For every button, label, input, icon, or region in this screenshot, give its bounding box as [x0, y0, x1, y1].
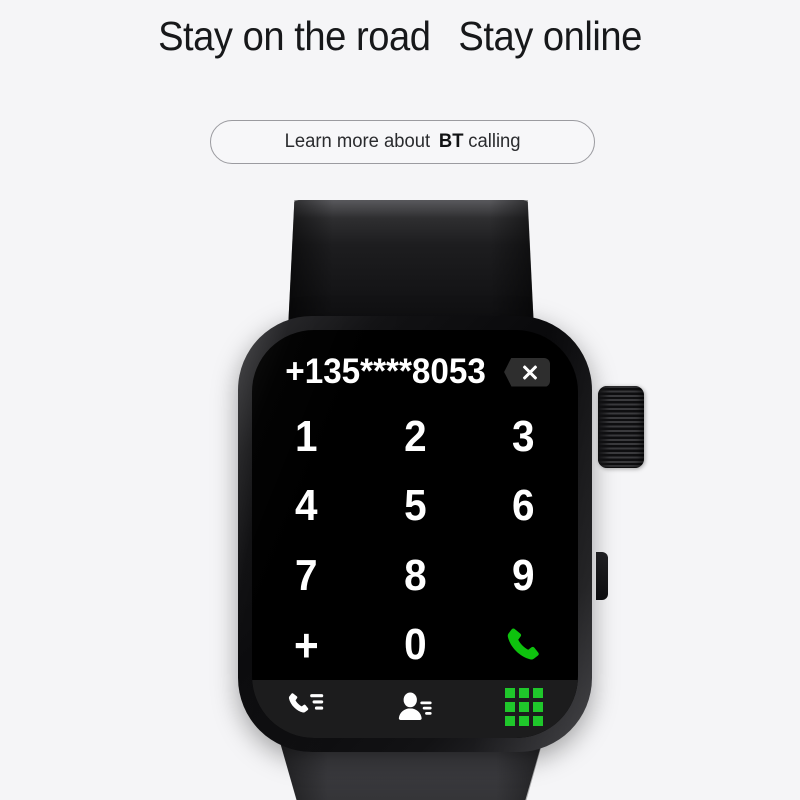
call-button[interactable] — [469, 611, 578, 681]
grid-cell — [504, 716, 515, 726]
key-6[interactable]: 6 — [474, 472, 574, 542]
learn-more-label: Learn more about BT calling — [285, 131, 521, 153]
headline-part-1: Stay on the road — [158, 13, 431, 59]
screen-navbar — [252, 680, 578, 738]
dialed-number-row: +135****8053 — [252, 348, 578, 396]
dialer-keypad: 1 2 3 4 5 6 7 8 9 + 0 — [252, 402, 578, 680]
key-3[interactable]: 3 — [474, 402, 574, 472]
key-2[interactable]: 2 — [365, 402, 465, 472]
key-4[interactable]: 4 — [256, 472, 356, 542]
learn-more-emphasis: BT — [438, 131, 464, 152]
headline-part-2: Stay online — [458, 13, 642, 59]
key-7[interactable]: 7 — [256, 541, 356, 611]
grid-cell — [504, 688, 515, 698]
digital-crown[interactable] — [598, 386, 644, 468]
key-0[interactable]: 0 — [365, 611, 465, 681]
dialed-number: +135****8053 — [285, 352, 486, 391]
key-plus[interactable]: + — [256, 611, 356, 681]
phone-handset-icon — [507, 628, 539, 660]
grid-cell — [532, 688, 543, 698]
watch-screen: +135****8053 1 2 3 4 5 6 7 8 9 + 0 — [252, 330, 578, 738]
key-9[interactable]: 9 — [474, 541, 574, 611]
grid-cell — [532, 716, 543, 726]
keypad-grid-icon — [504, 688, 543, 726]
phone-log-icon — [289, 693, 324, 713]
grid-cell — [518, 716, 529, 726]
key-5[interactable]: 5 — [365, 472, 465, 542]
nav-keypad[interactable] — [488, 685, 560, 729]
page-title: Stay on the road Stay online — [28, 8, 772, 64]
backspace-delete-icon[interactable] — [504, 357, 551, 387]
key-1[interactable]: 1 — [256, 402, 356, 472]
grid-cell — [518, 688, 529, 698]
contacts-person-icon — [398, 692, 432, 720]
learn-more-button[interactable]: Learn more about BT calling — [210, 120, 595, 164]
nav-call-log[interactable] — [270, 685, 342, 729]
learn-more-suffix: calling — [468, 131, 521, 152]
learn-more-prefix: Learn more about — [284, 131, 431, 152]
page-root: Stay on the road Stay online Learn more a… — [0, 0, 800, 800]
grid-cell — [518, 702, 529, 712]
close-x-glyph — [521, 363, 539, 381]
grid-cell — [504, 702, 515, 712]
grid-cell — [532, 702, 543, 712]
key-8[interactable]: 8 — [365, 541, 465, 611]
nav-contacts[interactable] — [379, 685, 451, 729]
side-button[interactable] — [596, 552, 608, 600]
